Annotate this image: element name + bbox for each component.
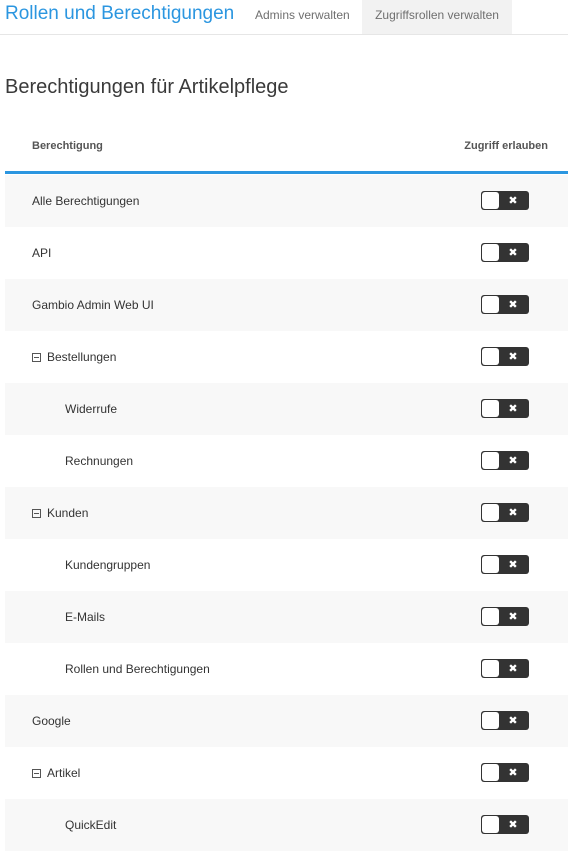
minus-square-icon[interactable] <box>32 352 41 362</box>
toggle-knob <box>482 660 499 677</box>
access-toggle[interactable]: ✖ <box>481 659 529 678</box>
toggle-knob <box>482 816 499 833</box>
access-toggle[interactable]: ✖ <box>481 295 529 314</box>
table-row: Google ✖ <box>5 695 568 747</box>
minus-square-icon[interactable] <box>32 508 41 518</box>
permission-label: Widerrufe <box>65 402 118 416</box>
table-row: Kundengruppen ✖ <box>5 539 568 591</box>
close-icon: ✖ <box>508 558 518 571</box>
permission-label: Artikel <box>47 766 81 780</box>
permission-label: Kundengruppen <box>65 558 151 572</box>
column-header-access: Zugriff erlauben <box>464 140 548 152</box>
access-toggle[interactable]: ✖ <box>481 763 529 782</box>
close-icon: ✖ <box>508 818 518 831</box>
table-header: Berechtigung Zugriff erlauben <box>5 126 568 174</box>
close-icon: ✖ <box>508 246 518 259</box>
app-title: Rollen und Berechtigungen <box>5 3 235 24</box>
permission-label-container: Rechnungen <box>65 435 133 487</box>
table-row: Gambio Admin Web UI ✖ <box>5 279 568 331</box>
permission-label-container: E-Mails <box>65 591 105 643</box>
access-toggle[interactable]: ✖ <box>481 191 529 210</box>
close-icon: ✖ <box>508 506 518 519</box>
toggle-knob <box>482 712 499 729</box>
close-icon: ✖ <box>508 662 518 675</box>
table-row: E-Mails ✖ <box>5 591 568 643</box>
table-row: Widerrufe ✖ <box>5 383 568 435</box>
access-toggle[interactable]: ✖ <box>481 243 529 262</box>
permission-label: Kunden <box>47 506 89 520</box>
toggle-knob <box>482 764 499 781</box>
access-toggle[interactable]: ✖ <box>481 503 529 522</box>
close-icon: ✖ <box>508 766 518 779</box>
permission-label-container: Widerrufe <box>65 383 117 435</box>
toggle-knob <box>482 452 499 469</box>
access-toggle[interactable]: ✖ <box>481 451 529 470</box>
permissions-table: Alle Berechtigungen ✖ API ✖ Gambio Admin Web… <box>5 175 568 851</box>
permission-label-container: Kundengruppen <box>65 539 150 591</box>
close-icon: ✖ <box>508 454 518 467</box>
close-icon: ✖ <box>508 350 518 363</box>
access-toggle[interactable]: ✖ <box>481 815 529 834</box>
table-row: API ✖ <box>5 227 568 279</box>
table-row: Alle Berechtigungen ✖ <box>5 175 568 227</box>
permission-label: Bestellungen <box>47 350 117 364</box>
permission-label: Alle Berechtigungen <box>32 194 140 208</box>
permission-label-container: QuickEdit <box>65 799 116 851</box>
toggle-knob <box>482 296 499 313</box>
permission-label: Rollen und Berechtigungen <box>65 662 210 676</box>
permission-label-container: Google <box>32 695 71 747</box>
tab-admins-verwalten[interactable]: Admins verwalten <box>243 0 362 34</box>
close-icon: ✖ <box>508 714 518 727</box>
table-row: Rollen und Berechtigungen ✖ <box>5 643 568 695</box>
toggle-knob <box>482 244 499 261</box>
close-icon: ✖ <box>508 402 518 415</box>
table-row: Kunden ✖ <box>5 487 568 539</box>
top-bar: Rollen und Berechtigungen Admins verwalt… <box>0 0 568 35</box>
toggle-knob <box>482 608 499 625</box>
permission-label-container: API <box>32 227 51 279</box>
close-icon: ✖ <box>508 194 518 207</box>
toggle-knob <box>482 556 499 573</box>
permission-label-container: Alle Berechtigungen <box>32 175 139 227</box>
tab-zugriffsrollen-verwalten[interactable]: Zugriffsrollen verwalten <box>362 0 512 34</box>
table-row: Artikel ✖ <box>5 747 568 799</box>
access-toggle[interactable]: ✖ <box>481 347 529 366</box>
permission-label: QuickEdit <box>65 818 117 832</box>
access-toggle[interactable]: ✖ <box>481 607 529 626</box>
permission-label: API <box>32 246 52 260</box>
toggle-knob <box>482 400 499 417</box>
permission-label: Google <box>32 714 71 728</box>
permission-label-container: Gambio Admin Web UI <box>32 279 154 331</box>
close-icon: ✖ <box>508 610 518 623</box>
toggle-knob <box>482 348 499 365</box>
permission-label: Gambio Admin Web UI <box>32 298 154 312</box>
permission-label: Rechnungen <box>65 454 134 468</box>
page-title: Berechtigungen für Artikelpflege <box>5 76 289 98</box>
toggle-knob <box>482 192 499 209</box>
toggle-knob <box>482 504 499 521</box>
access-toggle[interactable]: ✖ <box>481 711 529 730</box>
permission-label-container: Kunden <box>32 487 88 539</box>
table-row: Bestellungen ✖ <box>5 331 568 383</box>
permission-label-container: Rollen und Berechtigungen <box>65 643 210 695</box>
table-row: Rechnungen ✖ <box>5 435 568 487</box>
column-header-permission: Berechtigung <box>32 140 103 152</box>
permission-label-container: Bestellungen <box>32 331 116 383</box>
permission-label-container: Artikel <box>32 747 80 799</box>
access-toggle[interactable]: ✖ <box>481 555 529 574</box>
table-row: QuickEdit ✖ <box>5 799 568 851</box>
access-toggle[interactable]: ✖ <box>481 399 529 418</box>
minus-square-icon[interactable] <box>32 768 41 778</box>
permission-label: E-Mails <box>65 610 106 624</box>
close-icon: ✖ <box>508 298 518 311</box>
